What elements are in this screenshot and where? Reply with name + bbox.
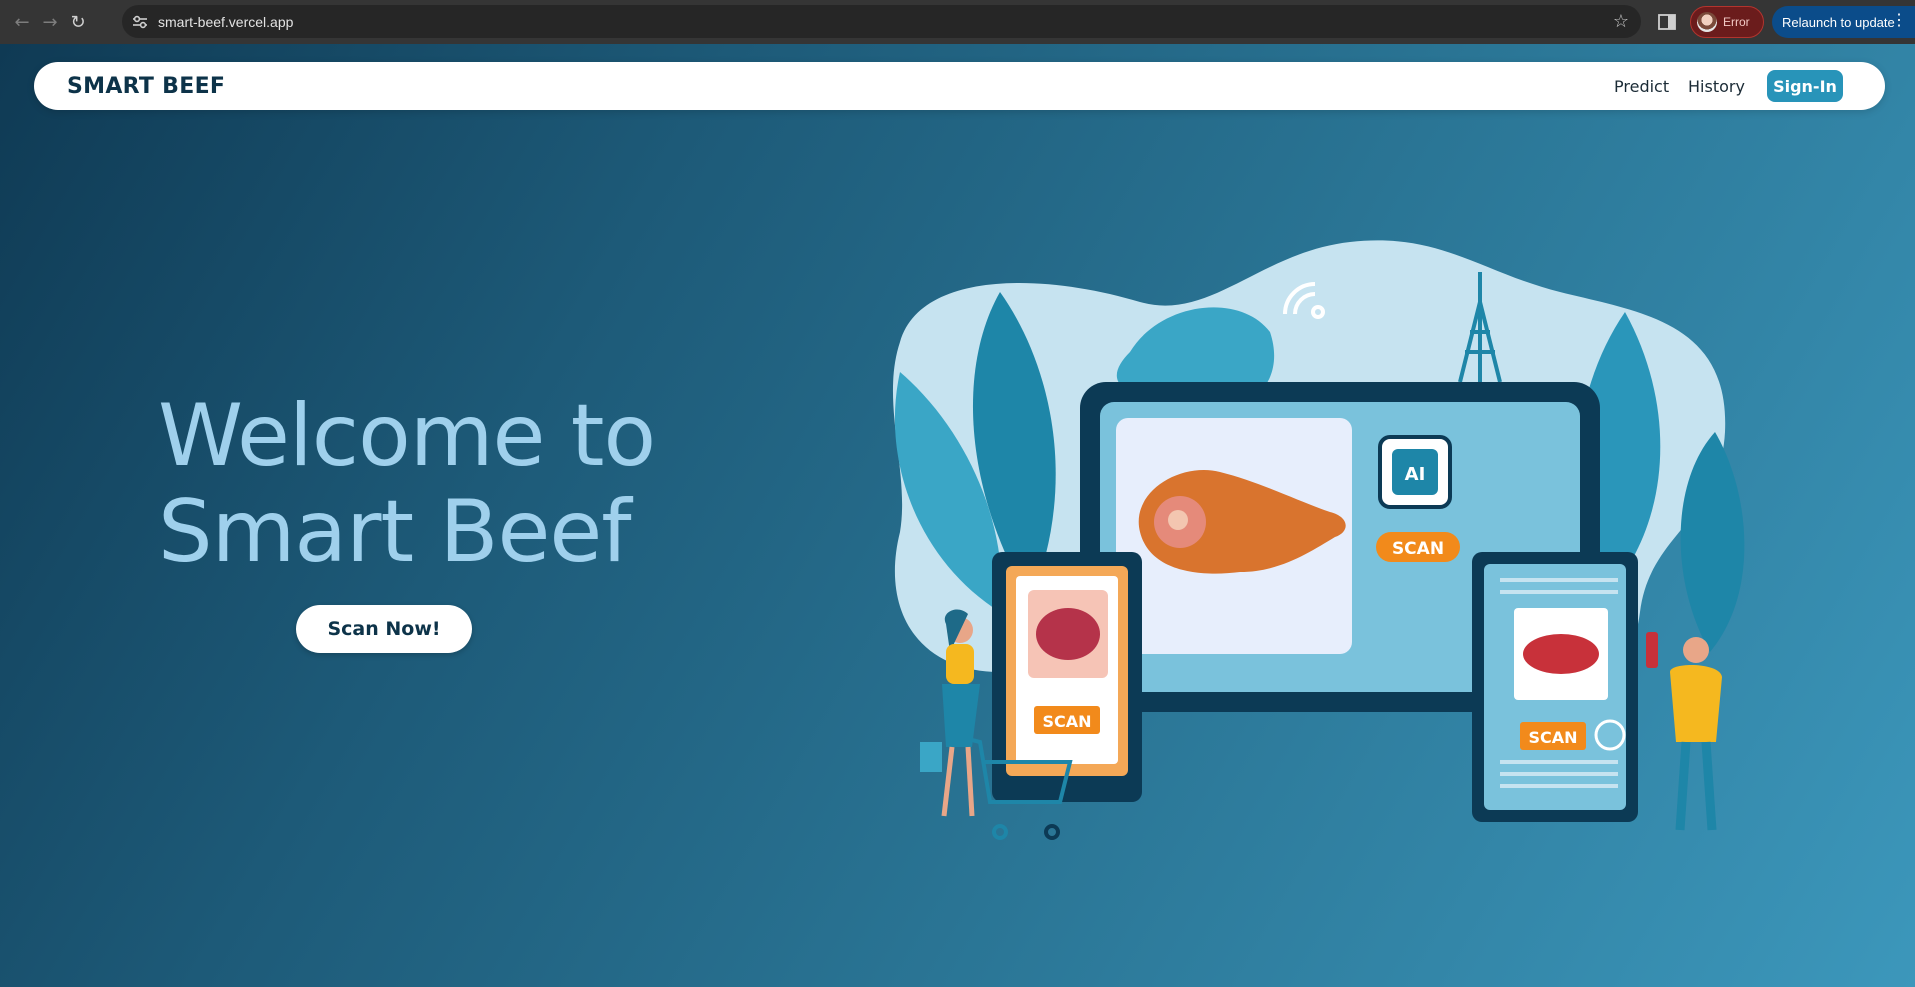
scan-label-monitor: SCAN: [1392, 539, 1444, 559]
ai-chip-icon: AI: [1378, 435, 1452, 509]
sign-in-button[interactable]: Sign-In: [1767, 70, 1843, 102]
bookmark-star-icon[interactable]: ☆: [1613, 11, 1629, 32]
nav-link-history[interactable]: History: [1688, 77, 1745, 96]
hero-illustration: AI SCAN SCAN SCAN: [892, 240, 1745, 840]
relaunch-label: Relaunch to update: [1782, 14, 1895, 30]
scan-label-left: SCAN: [1042, 712, 1091, 731]
page-content: SMART BEEF Predict History Sign-In Welco…: [0, 44, 1915, 987]
minced-beef-image: [1523, 634, 1599, 674]
relaunch-update-button[interactable]: Relaunch to update ⋮: [1772, 6, 1915, 38]
forward-arrow-icon[interactable]: →: [36, 8, 64, 36]
man-figure: [1646, 632, 1722, 831]
profile-status-label: Error: [1723, 15, 1750, 29]
address-bar[interactable]: smart-beef.vercel.app ☆: [122, 5, 1641, 38]
hero-title-line-1: Welcome to: [158, 386, 656, 486]
hero-title: Welcome to Smart Beef: [158, 388, 778, 580]
avatar: [1697, 12, 1717, 32]
more-menu-icon[interactable]: ⋮: [1891, 13, 1907, 29]
hero-title-line-2: Smart Beef: [158, 482, 632, 582]
url-text[interactable]: smart-beef.vercel.app: [158, 14, 293, 30]
browser-toolbar: ← → ↻ smart-beef.vercel.app ☆ Error Rela…: [0, 0, 1915, 44]
back-arrow-icon[interactable]: ←: [8, 8, 36, 36]
side-panel-icon[interactable]: [1656, 12, 1678, 32]
site-navbar: SMART BEEF Predict History Sign-In: [34, 62, 1885, 110]
profile-button[interactable]: Error: [1690, 6, 1764, 38]
reload-icon[interactable]: ↻: [64, 8, 92, 36]
scan-now-button[interactable]: Scan Now!: [296, 605, 472, 653]
brand-logo[interactable]: SMART BEEF: [67, 74, 225, 99]
site-info-icon[interactable]: [130, 12, 150, 32]
nav-link-predict[interactable]: Predict: [1614, 77, 1669, 96]
scan-label-right: SCAN: [1528, 728, 1577, 747]
ai-chip-label: AI: [1405, 464, 1426, 485]
